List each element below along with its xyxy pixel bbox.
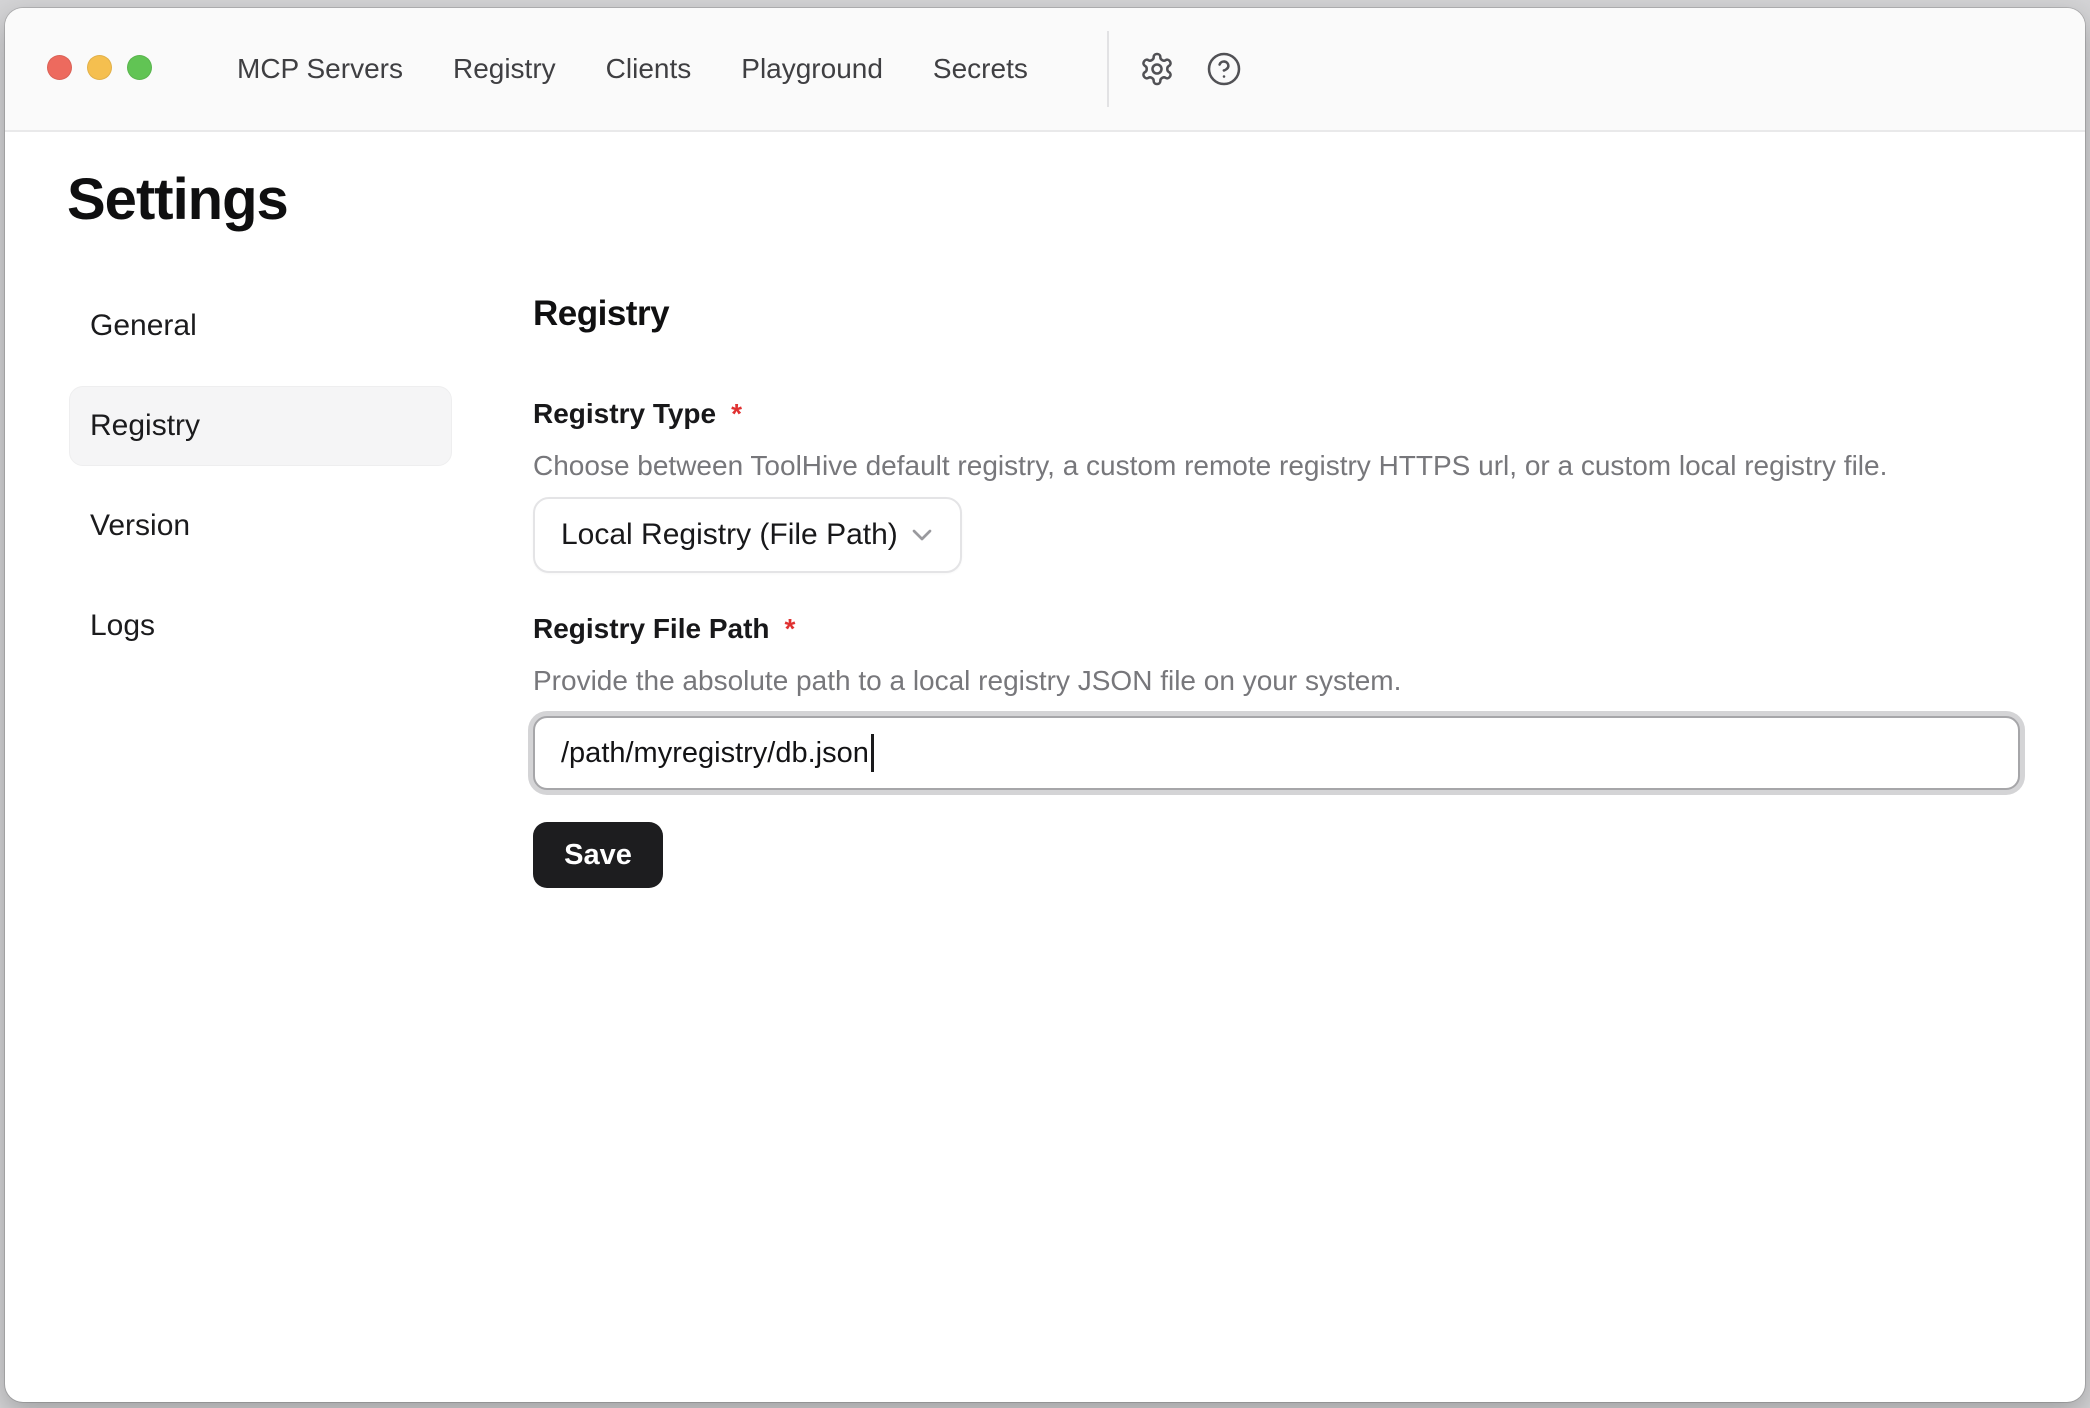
page-title: Settings [67,166,288,233]
window-controls [47,55,152,80]
chevron-down-icon [906,519,938,551]
nav-item-secrets[interactable]: Secrets [933,53,1028,85]
sidebar-item-label: Version [90,509,190,543]
save-button[interactable]: Save [533,822,663,888]
nav-item-mcp-servers[interactable]: MCP Servers [237,53,403,85]
sidebar-item-general[interactable]: General [69,286,452,366]
registry-file-path-label: Registry File Path * [533,613,795,645]
registry-type-description: Choose between ToolHive default registry… [533,450,1887,482]
help-button[interactable] [1204,49,1244,89]
settings-gear-button[interactable] [1137,49,1177,89]
gear-icon [1139,51,1175,87]
sidebar-item-version[interactable]: Version [69,486,452,566]
close-window-button[interactable] [47,55,72,80]
registry-type-label: Registry Type * [533,398,742,430]
required-asterisk: * [731,398,742,430]
sidebar-item-registry[interactable]: Registry [69,386,452,466]
registry-file-path-value: /path/myregistry/db.json [561,737,869,770]
settings-sidebar: General Registry Version Logs [69,286,452,666]
nav-item-registry[interactable]: Registry [453,53,556,85]
sidebar-item-label: Logs [90,609,155,643]
nav-item-clients[interactable]: Clients [606,53,692,85]
app-window: MCP Servers Registry Clients Playground … [5,8,2085,1402]
registry-type-selected-value: Local Registry (File Path) [561,518,906,552]
section-title: Registry [533,294,669,334]
zoom-window-button[interactable] [127,55,152,80]
help-circle-icon [1206,51,1242,87]
sidebar-item-logs[interactable]: Logs [69,586,452,666]
nav-item-playground[interactable]: Playground [741,53,883,85]
required-asterisk: * [785,613,796,645]
registry-file-path-input[interactable]: /path/myregistry/db.json [533,716,2020,790]
registry-file-path-description: Provide the absolute path to a local reg… [533,665,1401,697]
minimize-window-button[interactable] [87,55,112,80]
titlebar-divider [1107,31,1109,107]
titlebar: MCP Servers Registry Clients Playground … [5,8,2085,132]
sidebar-item-label: Registry [90,409,200,443]
registry-type-select[interactable]: Local Registry (File Path) [533,497,962,573]
top-navigation: MCP Servers Registry Clients Playground … [237,8,1028,130]
sidebar-item-label: General [90,309,197,343]
text-cursor [871,734,874,772]
